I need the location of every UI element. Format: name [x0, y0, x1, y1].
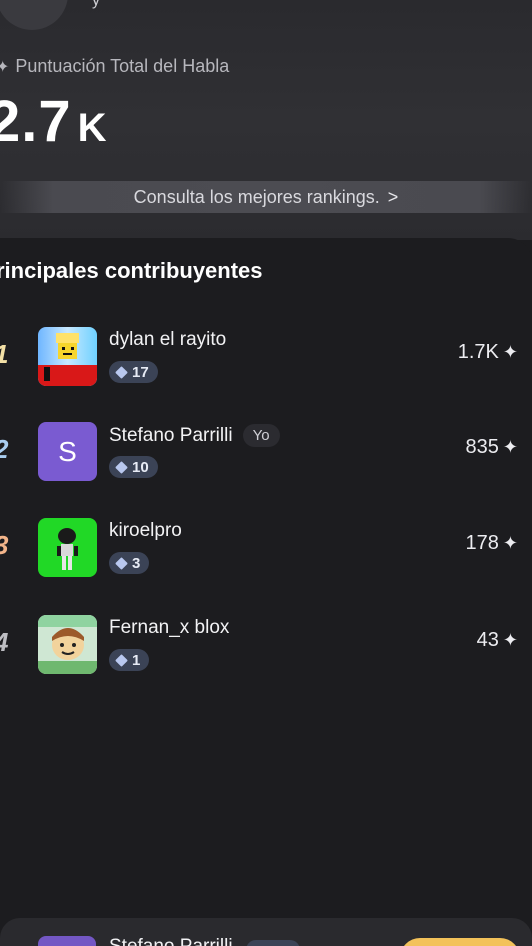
- contributor-name-wrap: Fernan_x blox: [109, 617, 229, 639]
- contributor-name-wrap: kiroelpro: [109, 520, 182, 542]
- score-value: 1.7K: [457, 341, 499, 363]
- diamond-icon: [115, 460, 128, 474]
- score-label: ✦ Puntuación Total del Habla: [0, 56, 229, 77]
- contributor-row[interactable]: 1: [0, 327, 532, 387]
- section-title: rincipales contribuyentes: [0, 258, 263, 283]
- contributor-name: Fernan_x blox: [109, 617, 230, 638]
- diamond-icon: [115, 365, 128, 379]
- my-level-badge: [246, 940, 300, 946]
- sparkle-icon: ✦: [502, 437, 518, 457]
- rankings-link[interactable]: Consulta los mejores rankings. >: [0, 181, 532, 213]
- my-rank-bar[interactable]: Stefano Parrilli: [0, 918, 532, 946]
- chevron-right-icon: >: [387, 186, 399, 207]
- score-value: 835: [465, 436, 499, 458]
- speech-score-page: y ✦ Puntuación Total del Habla 2.7 K Con…: [0, 0, 532, 946]
- contributor-score: 835 ✦: [466, 436, 518, 459]
- level-badge: 17: [109, 361, 158, 383]
- total-score: 2.7 K: [0, 88, 108, 155]
- diamond-icon: [115, 653, 128, 667]
- action-button[interactable]: [400, 938, 520, 946]
- total-score-unit: K: [77, 106, 108, 150]
- rank-number: 1: [0, 339, 8, 370]
- sparkle-icon: ✦: [502, 533, 518, 553]
- contributor-name-wrap: dylan el rayito: [109, 329, 226, 351]
- me-badge: Yo: [242, 424, 280, 447]
- level-badge: 1: [109, 649, 150, 671]
- contributor-score: 1.7K ✦: [458, 341, 518, 364]
- sparkle-icon: ✦: [502, 342, 518, 362]
- level-value: 3: [132, 554, 141, 572]
- my-name: Stefano Parrilli: [109, 936, 233, 946]
- rank-number: 3: [0, 530, 8, 561]
- score-value: 178: [465, 532, 499, 554]
- level-value: 10: [132, 458, 149, 476]
- rank-number: 4: [0, 627, 8, 658]
- rankings-link-label: Consulta los mejores rankings.: [133, 186, 380, 207]
- profile-avatar[interactable]: [0, 0, 68, 30]
- contributor-row[interactable]: 4 Fernan_x blox 1: [0, 615, 532, 675]
- score-label-text: Puntuación Total del Habla: [15, 56, 230, 76]
- contributor-avatar: [38, 518, 97, 577]
- title-fragment: y: [92, 0, 100, 9]
- diamond-icon: [115, 556, 128, 570]
- total-score-number: 2.7: [0, 89, 72, 154]
- level-badge: 3: [109, 552, 150, 574]
- avatar-letter: S: [58, 435, 77, 467]
- contributors-panel: rincipales contribuyentes 1: [0, 238, 532, 946]
- sparkle-icon: ✦: [0, 58, 10, 76]
- score-value: 43: [476, 629, 499, 651]
- level-value: 1: [132, 651, 141, 669]
- contributor-avatar: [38, 327, 97, 386]
- contributor-avatar: S: [38, 422, 97, 481]
- contributor-avatar: [38, 615, 97, 674]
- sparkle-icon: ✦: [502, 630, 518, 650]
- contributor-score: 178 ✦: [466, 532, 518, 555]
- contributor-name: kiroelpro: [109, 520, 182, 541]
- rank-number: 2: [0, 434, 8, 465]
- level-badge: 10: [109, 456, 158, 478]
- my-avatar: [38, 936, 96, 946]
- contributor-score: 43 ✦: [477, 629, 518, 652]
- contributor-name: dylan el rayito: [109, 329, 227, 350]
- contributor-name: Stefano Parrilli: [109, 424, 233, 446]
- contributor-name-wrap: Stefano Parrilli Yo: [109, 424, 280, 447]
- contributor-row[interactable]: 3 kiroelpro 3 178: [0, 518, 532, 578]
- contributor-row[interactable]: 2 S Stefano Parrilli Yo 10 835 ✦: [0, 422, 532, 482]
- level-value: 17: [132, 363, 149, 381]
